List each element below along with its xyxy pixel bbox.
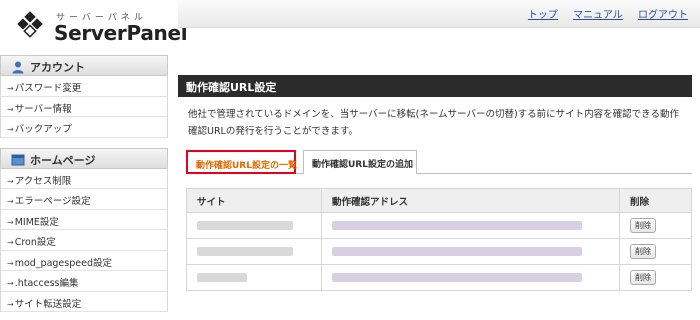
page-title: 動作確認URL設定	[178, 75, 692, 97]
sidebar-item-server-info[interactable]: →サーバー情報	[1, 97, 167, 117]
address-cell	[321, 212, 620, 239]
sidebar-item-label: サーバー情報	[14, 103, 72, 115]
redacted-site	[197, 273, 247, 282]
header: サーバーパネル ServerPanel トップ マニュアル ログアウト	[0, 0, 700, 50]
sidebar: アカウント →パスワード変更 →サーバー情報 →バックアップ ホームページ →ア…	[0, 55, 168, 320]
logo-diamond-icon	[17, 11, 43, 38]
sidebar-item-cron[interactable]: →Cron設定	[1, 230, 167, 251]
sidebar-item-mime[interactable]: →MIME設定	[1, 210, 167, 230]
delete-button[interactable]: 削除	[630, 244, 656, 259]
redacted-address	[332, 247, 582, 256]
arrow-right-icon: →	[7, 217, 14, 227]
arrow-right-icon: →	[7, 84, 14, 93]
test-url-table: サイト 動作確認アドレス 削除 削除 削除 削除	[186, 188, 692, 291]
arrow-right-icon: →	[7, 176, 14, 186]
site-cell	[186, 264, 322, 291]
tab-url-list[interactable]: 動作確認URL設定の一覧	[186, 150, 297, 174]
arrow-right-icon: →	[7, 104, 14, 114]
redacted-address	[332, 221, 582, 230]
main-content: 動作確認URL設定 他社で管理されているドメインを、当サーバーに移転(ネームサー…	[178, 75, 692, 320]
top-link-home[interactable]: トップ	[528, 10, 558, 21]
site-cell	[186, 212, 322, 239]
address-cell	[321, 238, 620, 265]
homepage-icon	[11, 154, 25, 165]
redacted-site	[197, 247, 293, 256]
user-icon	[12, 61, 24, 74]
sidebar-item-label: MIME設定	[14, 216, 59, 228]
table-header-row: サイト 動作確認アドレス 削除	[186, 188, 692, 213]
arrow-right-icon: →	[7, 238, 14, 247]
sidebar-item-password[interactable]: →パスワード変更	[1, 76, 167, 97]
site-cell	[186, 238, 322, 265]
sidebar-item-backup[interactable]: →バックアップ	[1, 117, 167, 138]
sidebar-item-label: エラーページ設定	[14, 196, 91, 207]
page-description: 他社で管理されているドメインを、当サーバーに移転(ネームサーバーの切替)する前に…	[188, 109, 679, 137]
arrow-right-icon: →	[7, 299, 14, 309]
sidebar-section-title: ホームページ	[30, 153, 96, 167]
tab-url-add[interactable]: 動作確認URL設定の追加	[303, 150, 417, 174]
sidebar-item-label: mod_pagespeed設定	[14, 257, 112, 269]
sidebar-item-error-page[interactable]: →エラーページ設定	[1, 189, 167, 210]
sidebar-item-label: サイト転送設定	[14, 298, 82, 310]
table-row: 削除	[186, 264, 692, 291]
sidebar-item-label: Cron設定	[14, 237, 56, 248]
delete-button[interactable]: 削除	[630, 218, 656, 233]
arrow-right-icon: →	[7, 258, 14, 268]
arrow-right-icon: →	[7, 197, 14, 206]
delete-cell: 削除	[619, 264, 692, 291]
logo-text: ServerPanel	[54, 21, 188, 45]
sidebar-item-label: パスワード変更	[14, 83, 82, 94]
sidebar-item-htaccess[interactable]: →.htaccess編集	[1, 271, 167, 292]
table-row: 削除	[186, 212, 692, 239]
sidebar-section-title: アカウント	[30, 61, 85, 74]
sidebar-section-homepage-header[interactable]: ホームページ	[0, 147, 168, 169]
sidebar-homepage-list: →アクセス制限 →エラーページ設定 →MIME設定 →Cron設定 →mod_p…	[0, 168, 168, 312]
column-header-site: サイト	[186, 188, 322, 213]
sidebar-item-pagespeed[interactable]: →mod_pagespeed設定	[1, 251, 167, 271]
address-cell	[321, 264, 620, 291]
sidebar-item-label: .htaccess編集	[14, 278, 79, 289]
table-row: 削除	[186, 238, 692, 265]
arrow-right-icon: →	[7, 279, 14, 288]
top-link-manual[interactable]: マニュアル	[573, 10, 623, 21]
sidebar-section-account-header[interactable]: アカウント	[0, 55, 168, 76]
redacted-site	[197, 221, 293, 230]
tab-bar: 動作確認URL設定の一覧 動作確認URL設定の追加	[186, 150, 692, 174]
delete-button[interactable]: 削除	[630, 270, 656, 285]
sidebar-item-label: アクセス制限	[14, 175, 72, 187]
arrow-right-icon: →	[7, 125, 14, 134]
top-links: トップ マニュアル ログアウト	[516, 6, 688, 21]
column-header-delete: 削除	[619, 188, 692, 213]
sidebar-account-list: →パスワード変更 →サーバー情報 →バックアップ	[0, 76, 168, 138]
redacted-address	[332, 273, 582, 282]
column-header-address: 動作確認アドレス	[321, 188, 620, 213]
header-band: トップ マニュアル ログアウト	[178, 0, 700, 28]
delete-cell: 削除	[619, 238, 692, 265]
sidebar-item-label: バックアップ	[14, 124, 72, 135]
sidebar-item-site-transfer[interactable]: →サイト転送設定	[1, 292, 167, 312]
delete-cell: 削除	[619, 212, 692, 239]
sidebar-item-access-limit[interactable]: →アクセス制限	[1, 169, 167, 189]
serverpanel-logo[interactable]: サーバーパネル ServerPanel	[12, 6, 188, 46]
top-link-logout[interactable]: ログアウト	[638, 10, 688, 21]
